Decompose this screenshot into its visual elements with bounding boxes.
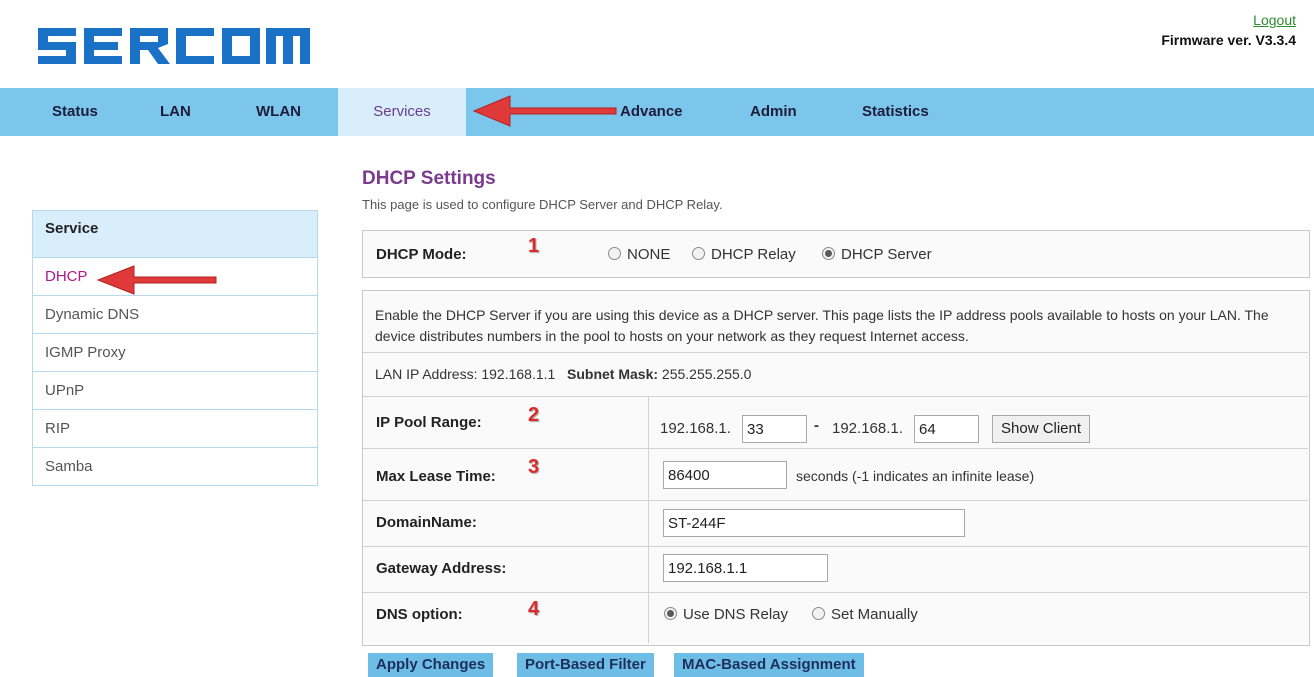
sidebar-item-igmp-proxy[interactable]: IGMP Proxy (33, 334, 317, 372)
tab-statistics[interactable]: Statistics (862, 88, 929, 136)
divider (363, 352, 1308, 353)
divider (363, 396, 1308, 397)
divider (363, 592, 1308, 593)
subnet-label: Subnet Mask: (567, 366, 659, 382)
sidebar-item-upnp[interactable]: UPnP (33, 372, 317, 410)
radio-icon[interactable] (822, 247, 835, 260)
lease-time-input[interactable] (663, 461, 787, 489)
dns-option-label: DNS option: (376, 606, 463, 623)
annotation-number: 3 (528, 456, 540, 478)
sidebar-header: Service (33, 211, 317, 258)
dns-option-relay[interactable]: Use DNS Relay (664, 606, 788, 623)
column-divider (648, 397, 649, 643)
firmware-version: Firmware ver. V3.3.4 (1161, 32, 1296, 48)
divider (363, 546, 1308, 547)
divider (363, 500, 1308, 501)
domain-name-input[interactable] (663, 509, 965, 537)
lease-time-label: Max Lease Time: (376, 468, 496, 485)
mode-option-none[interactable]: NONE (608, 246, 670, 263)
pool-dash: - (814, 417, 819, 434)
gateway-label: Gateway Address: (376, 560, 507, 577)
dns-option-manual[interactable]: Set Manually (812, 606, 918, 623)
apply-changes-button[interactable]: Apply Changes (368, 653, 494, 677)
annotation-number: 2 (528, 404, 540, 426)
mac-based-assignment-button[interactable]: MAC-Based Assignment (674, 653, 864, 677)
radio-icon[interactable] (608, 247, 621, 260)
sercomm-logo (34, 22, 314, 70)
tab-admin[interactable]: Admin (750, 88, 797, 136)
domain-name-label: DomainName: (376, 514, 477, 531)
server-description: Enable the DHCP Server if you are using … (375, 307, 1269, 344)
annotation-number: 4 (528, 598, 540, 620)
mode-option-label: NONE (627, 246, 671, 263)
sidebar-item-samba[interactable]: Samba (33, 448, 317, 485)
mode-option-label: DHCP Relay (711, 246, 796, 263)
tab-advance[interactable]: Advance (620, 88, 683, 136)
divider (363, 448, 1308, 449)
arrow-annotation-icon (96, 265, 217, 295)
sidebar: Service DHCP Dynamic DNS IGMP Proxy UPnP… (32, 210, 318, 486)
mode-option-server[interactable]: DHCP Server (822, 246, 932, 263)
tab-wlan[interactable]: WLAN (256, 88, 301, 136)
lan-ip-label: LAN IP Address: (375, 366, 478, 382)
lan-ip-value: 192.168.1.1 (481, 366, 556, 382)
pool-end-input[interactable] (914, 415, 979, 443)
logout-link[interactable]: Logout (1253, 12, 1296, 28)
dns-option-label-text: Use DNS Relay (683, 606, 789, 623)
radio-icon[interactable] (664, 607, 677, 620)
page-title: DHCP Settings (362, 168, 496, 189)
sidebar-item-rip[interactable]: RIP (33, 410, 317, 448)
lease-time-hint: seconds (-1 indicates an infinite lease) (796, 468, 1035, 484)
show-client-button[interactable]: Show Client (992, 415, 1091, 443)
sidebar-item-dynamic-dns[interactable]: Dynamic DNS (33, 296, 317, 334)
dns-option-label-text: Set Manually (831, 606, 918, 623)
pool-start-input[interactable] (742, 415, 807, 443)
port-based-filter-button[interactable]: Port-Based Filter (517, 653, 654, 677)
radio-icon[interactable] (692, 247, 705, 260)
mode-option-label: DHCP Server (841, 246, 932, 263)
tab-status[interactable]: Status (52, 88, 98, 136)
gateway-input[interactable] (663, 554, 828, 582)
subnet-value: 255.255.255.0 (661, 366, 752, 382)
radio-icon[interactable] (812, 607, 825, 620)
arrow-annotation-icon (472, 95, 617, 127)
pool-start-prefix: 192.168.1. (660, 420, 731, 437)
page-subtitle: This page is used to configure DHCP Serv… (362, 197, 723, 212)
dhcp-mode-label: DHCP Mode: (376, 246, 467, 263)
pool-end-prefix: 192.168.1. (832, 420, 903, 437)
tab-lan[interactable]: LAN (160, 88, 191, 136)
mode-option-relay[interactable]: DHCP Relay (692, 246, 796, 263)
tab-services[interactable]: Services (338, 88, 466, 136)
pool-range-label: IP Pool Range: (376, 414, 482, 431)
lan-ip-row: LAN IP Address: 192.168.1.1 Subnet Mask:… (375, 366, 751, 382)
annotation-number: 1 (528, 235, 540, 257)
